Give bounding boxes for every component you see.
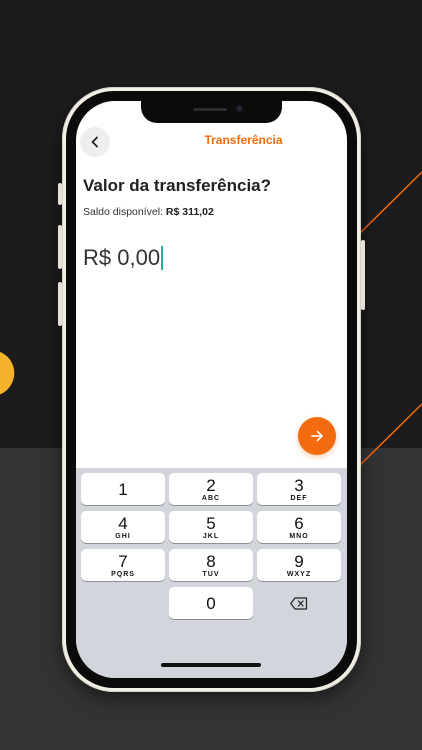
key-5[interactable]: 5 JKL <box>169 511 253 543</box>
key-letters: MNO <box>289 532 309 540</box>
home-indicator <box>161 663 261 667</box>
text-cursor <box>161 246 164 270</box>
key-8[interactable]: 8 TUV <box>169 549 253 581</box>
key-6[interactable]: 6 MNO <box>257 511 341 543</box>
arrow-right-icon <box>311 430 323 442</box>
amount-input[interactable]: R$ 0,00 <box>83 245 164 271</box>
delete-key[interactable] <box>257 587 341 619</box>
balance-value: R$ 311,02 <box>165 206 214 218</box>
numeric-keypad: 1 2 ABC 3 DEF 4 GHI 5 JKL 6 MNO 7 PQRS 8… <box>76 468 347 678</box>
power-button <box>361 240 365 310</box>
key-9[interactable]: 9 WXYZ <box>257 549 341 581</box>
phone-screen: Transferência Valor da transferência? Sa… <box>76 101 347 678</box>
key-7[interactable]: 7 PQRS <box>81 549 165 581</box>
key-digit: 9 <box>294 551 304 571</box>
key-letters: WXYZ <box>286 570 312 578</box>
phone-speaker <box>193 108 227 111</box>
key-digit: 7 <box>118 551 128 571</box>
nav-bar: Transferência <box>76 123 347 159</box>
key-digit: 8 <box>206 551 216 571</box>
phone-notch <box>141 101 282 123</box>
backspace-icon <box>290 596 308 610</box>
amount-question: Valor da transferência? <box>83 176 272 195</box>
key-letters: PQRS <box>111 570 135 578</box>
key-letters: ABC <box>201 494 221 502</box>
amount-value: R$ 0,00 <box>83 245 161 270</box>
key-letters: DEF <box>290 494 308 502</box>
volume-down-button <box>58 282 62 326</box>
key-digit: 4 <box>118 513 128 533</box>
key-2[interactable]: 2 ABC <box>169 473 253 505</box>
key-digit: 5 <box>206 513 216 533</box>
key-digit: 6 <box>294 513 304 533</box>
balance-label: Saldo disponível: <box>83 206 163 218</box>
key-letters: GHI <box>115 532 131 540</box>
key-3[interactable]: 3 DEF <box>257 473 341 505</box>
page-title: Transferência <box>204 133 283 147</box>
key-digit: 3 <box>294 475 304 495</box>
front-camera <box>235 104 244 113</box>
key-4[interactable]: 4 GHI <box>81 511 165 543</box>
key-letters: JKL <box>202 532 220 540</box>
silent-switch <box>58 183 62 205</box>
key-digit: 1 <box>118 479 128 499</box>
key-letters: TUV <box>202 570 220 578</box>
key-digit: 0 <box>206 593 216 613</box>
volume-up-button <box>58 225 62 269</box>
continue-button[interactable] <box>298 417 336 455</box>
key-digit: 2 <box>206 475 216 495</box>
key-0[interactable]: 0 <box>169 587 253 619</box>
available-balance: Saldo disponível: R$ 311,02 <box>83 206 214 218</box>
key-1[interactable]: 1 <box>81 473 165 505</box>
